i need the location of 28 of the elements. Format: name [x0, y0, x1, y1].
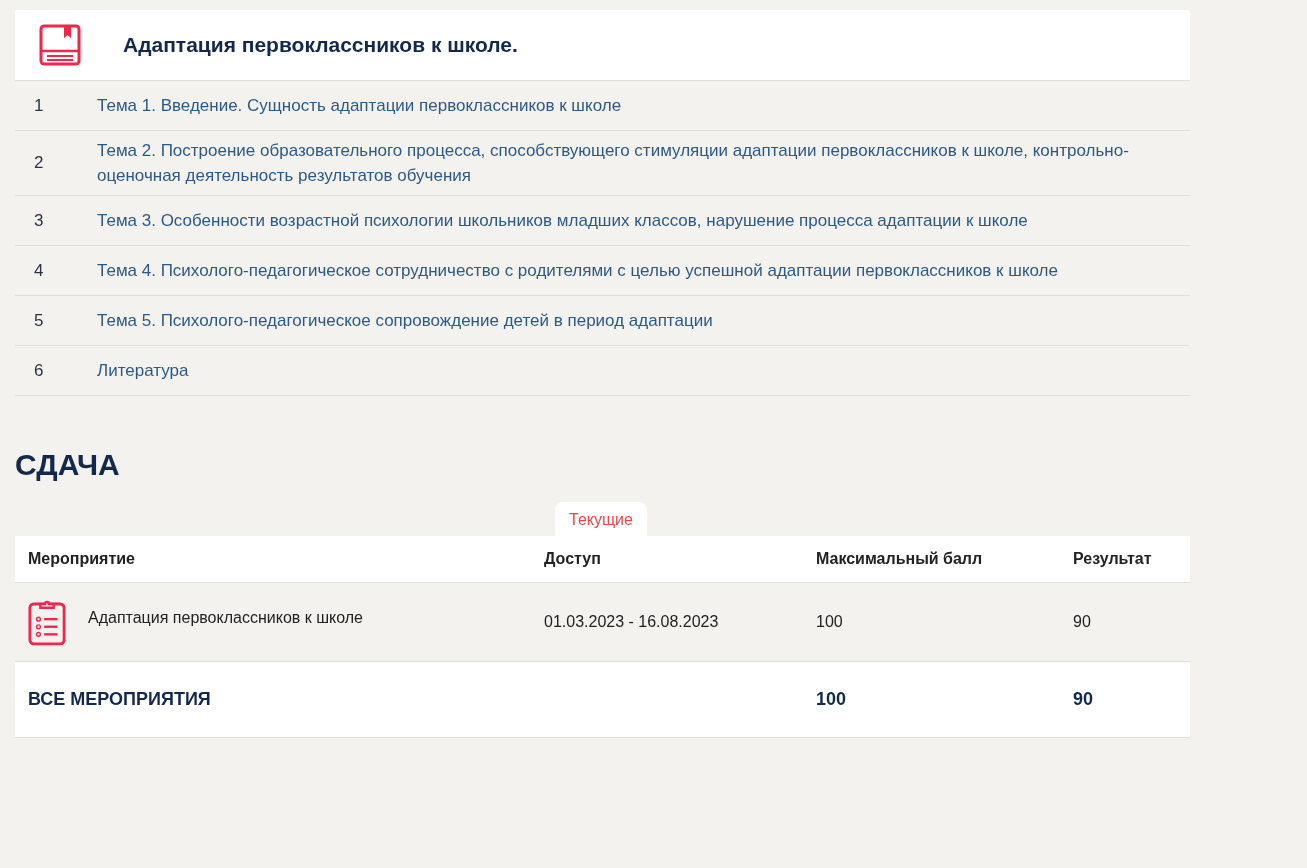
- topic-link[interactable]: Литература: [97, 358, 219, 383]
- clipboard-list-icon: [28, 598, 66, 646]
- column-header: Результат: [1073, 550, 1153, 568]
- course-title: Адаптация первоклассников к школе.: [123, 33, 518, 57]
- result-score: 90: [1073, 613, 1092, 631]
- topic-number: 4: [33, 260, 45, 281]
- max-score: 100: [816, 613, 844, 631]
- section-heading: СДАЧА: [15, 448, 121, 482]
- total-result: 90: [1073, 689, 1095, 710]
- activity-link[interactable]: Адаптация первоклассников к школе: [88, 609, 363, 627]
- topic-link[interactable]: Тема 2. Построение образовательного процесса, способствующего стимуляции адаптации первоклассников к школе, контрольно-оценочная деятельность результатов обучения: [97, 138, 1190, 188]
- topic-number: 5: [33, 310, 45, 331]
- topic-link[interactable]: Тема 4. Психолого-педагогическое сотрудничество с родителями с целью успешной адаптации первоклассников к школе: [97, 258, 1088, 283]
- topic-number: 3: [33, 210, 45, 231]
- total-label: ВСЕ МЕРОПРИЯТИЯ: [28, 689, 212, 710]
- column-header: Доступ: [544, 550, 602, 568]
- topic-number: 2: [33, 153, 45, 173]
- tab[interactable]: Текущие: [555, 502, 647, 536]
- access-period: 01.03.2023 - 16.08.2023: [544, 613, 720, 631]
- topic-number: 6: [33, 360, 45, 381]
- total-max-score: 100: [816, 689, 848, 710]
- column-header: Максимальный балл: [816, 550, 984, 568]
- topic-link[interactable]: Тема 5. Психолого-педагогическое сопровождение детей в период адаптации: [97, 308, 743, 333]
- book-icon: [39, 24, 81, 66]
- topic-link[interactable]: Тема 3. Особенности возрастной психологии школьников младших классов, нарушение процесса адаптации к школе: [97, 208, 1058, 233]
- column-header: Мероприятие: [28, 550, 136, 568]
- topic-number: 1: [33, 95, 45, 116]
- topic-link[interactable]: Тема 1. Введение. Сущность адаптации первоклассников к школе: [97, 93, 652, 118]
